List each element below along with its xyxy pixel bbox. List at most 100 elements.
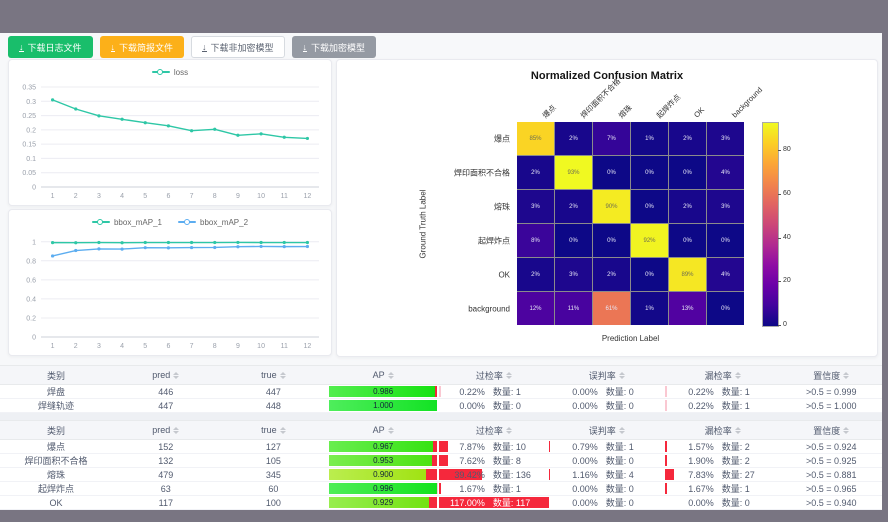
column-header-漏检率[interactable]: 漏检率 — [665, 421, 781, 439]
download-button-1[interactable]: ↓下载日志文件 — [8, 36, 93, 58]
matrix-cell: 0% — [669, 224, 706, 257]
legend-item-bbox_mAP_2[interactable]: bbox_mAP_2 — [178, 218, 248, 227]
rate-count: 数量: 0 — [606, 399, 660, 412]
class-name: 起焊炸点 — [0, 482, 112, 495]
rate-count: 数量: 0 — [606, 482, 660, 495]
table-row: 焊缝轨迹4474481.0000.00%数量: 00.00%数量: 00.22%… — [0, 399, 882, 413]
column-header-误判率[interactable]: 误判率 — [549, 421, 665, 439]
sort-icon[interactable] — [735, 372, 741, 379]
column-header-漏检率[interactable]: 漏检率 — [665, 366, 781, 384]
true-count: 105 — [220, 454, 328, 467]
confidence-value: >0.5 = 0.940 — [781, 496, 882, 509]
matrix-cell: 3% — [707, 122, 744, 155]
sort-icon[interactable] — [506, 427, 512, 434]
matrix-row-label: 焊印面积不合格 — [337, 167, 510, 178]
svg-text:11: 11 — [281, 343, 288, 350]
column-header-AP[interactable]: AP — [327, 421, 439, 439]
column-label: AP — [373, 425, 385, 435]
rate-value: 7.83% — [670, 470, 714, 480]
rate-cell: 1.67%数量: 1 — [439, 482, 548, 495]
column-label: 置信度 — [813, 369, 840, 382]
download-icon: ↓ — [111, 43, 116, 52]
rate-count: 数量: 1 — [493, 385, 547, 398]
ap-value: 0.953 — [329, 455, 437, 466]
colorbar-tick — [778, 150, 781, 151]
legend-marker-icon — [152, 68, 170, 76]
colorbar-tick — [778, 238, 781, 239]
chart-legend: loss — [9, 60, 331, 79]
column-label: 类别 — [47, 424, 65, 437]
rate-value: 1.57% — [670, 442, 714, 452]
column-header-true[interactable]: true — [220, 366, 328, 384]
column-header-置信度[interactable]: 置信度 — [781, 366, 882, 384]
column-header-AP[interactable]: AP — [327, 366, 439, 384]
column-header-置信度[interactable]: 置信度 — [781, 421, 882, 439]
column-header-pred[interactable]: pred — [112, 366, 220, 384]
rate-count: 数量: 136 — [493, 468, 547, 481]
svg-text:0.25: 0.25 — [22, 113, 36, 120]
matrix-column-label: 熔珠 — [616, 102, 627, 113]
table-header: 类别 predtrue AP 过检率 误判率漏检率置信度 — [0, 421, 882, 440]
legend-item-bbox_mAP_1[interactable]: bbox_mAP_1 — [92, 218, 162, 227]
sort-icon[interactable] — [173, 427, 179, 434]
sort-icon[interactable] — [506, 372, 512, 379]
rate-bar — [665, 400, 667, 411]
column-label: 漏检率 — [705, 369, 732, 382]
column-header-true[interactable]: true — [220, 421, 328, 439]
svg-text:2: 2 — [74, 193, 78, 200]
sort-icon[interactable] — [388, 427, 394, 434]
matrix-column-label: 起焊炸点 — [654, 92, 675, 113]
download-button-2[interactable]: ↓下载简报文件 — [100, 36, 185, 58]
column-header-误判率[interactable]: 误判率 — [549, 366, 665, 384]
rate-count: 数量: 0 — [722, 496, 776, 509]
column-label: true — [261, 370, 277, 380]
confidence-value: >0.5 = 0.881 — [781, 468, 882, 481]
rate-cell: 1.57%数量: 2 — [665, 440, 781, 453]
confidence-value: >0.5 = 1.000 — [781, 399, 882, 412]
class-name: OK — [0, 496, 112, 509]
sort-icon[interactable] — [619, 427, 625, 434]
column-label: 过检率 — [476, 424, 503, 437]
ap-cell: 0.986 — [327, 385, 439, 398]
rate-bar — [665, 455, 667, 466]
matrix-cell: 12% — [517, 292, 554, 325]
matrix-cell: 89% — [669, 258, 706, 291]
sort-icon[interactable] — [619, 372, 625, 379]
column-header-过检率[interactable]: 过检率 — [439, 366, 548, 384]
rate-value: 0.00% — [670, 498, 714, 508]
sort-icon[interactable] — [173, 372, 179, 379]
sort-icon[interactable] — [843, 427, 849, 434]
sort-icon[interactable] — [280, 372, 286, 379]
svg-text:5: 5 — [143, 193, 147, 200]
svg-text:7: 7 — [190, 343, 194, 350]
svg-text:3: 3 — [97, 193, 101, 200]
column-header-pred[interactable]: pred — [112, 421, 220, 439]
column-header-过检率[interactable]: 过检率 — [439, 421, 548, 439]
matrix-cell: 1% — [631, 292, 668, 325]
sort-icon[interactable] — [735, 427, 741, 434]
pred-count: 447 — [112, 399, 220, 412]
matrix-cell: 7% — [593, 122, 630, 155]
matrix-cell: 3% — [517, 190, 554, 223]
download-button-4[interactable]: ↓下载加密模型 — [292, 36, 377, 58]
rate-count: 数量: 0 — [493, 399, 547, 412]
rate-count: 数量: 4 — [606, 468, 660, 481]
colorbar-tick — [778, 281, 781, 282]
map-chart-panel: bbox_mAP_1bbox_mAP_200.20.40.60.81123456… — [8, 209, 332, 356]
confusion-matrix-title: Normalized Confusion Matrix — [337, 70, 877, 82]
download-button-3[interactable]: ↓下载非加密模型 — [191, 36, 285, 58]
legend-item-loss[interactable]: loss — [152, 68, 188, 77]
rate-value: 0.00% — [554, 456, 598, 466]
svg-text:0: 0 — [32, 185, 36, 192]
svg-text:2: 2 — [74, 343, 78, 350]
true-count: 448 — [220, 399, 328, 412]
matrix-cell: 0% — [707, 292, 744, 325]
sort-icon[interactable] — [843, 372, 849, 379]
sort-icon[interactable] — [280, 427, 286, 434]
table-header: 类别 pred true AP过检率误判率 漏检率 置信度 — [0, 366, 882, 385]
column-label: 类别 — [47, 369, 65, 382]
svg-text:12: 12 — [304, 193, 312, 200]
download-icon: ↓ — [19, 43, 24, 52]
matrix-cell: 90% — [593, 190, 630, 223]
sort-icon[interactable] — [388, 372, 394, 379]
